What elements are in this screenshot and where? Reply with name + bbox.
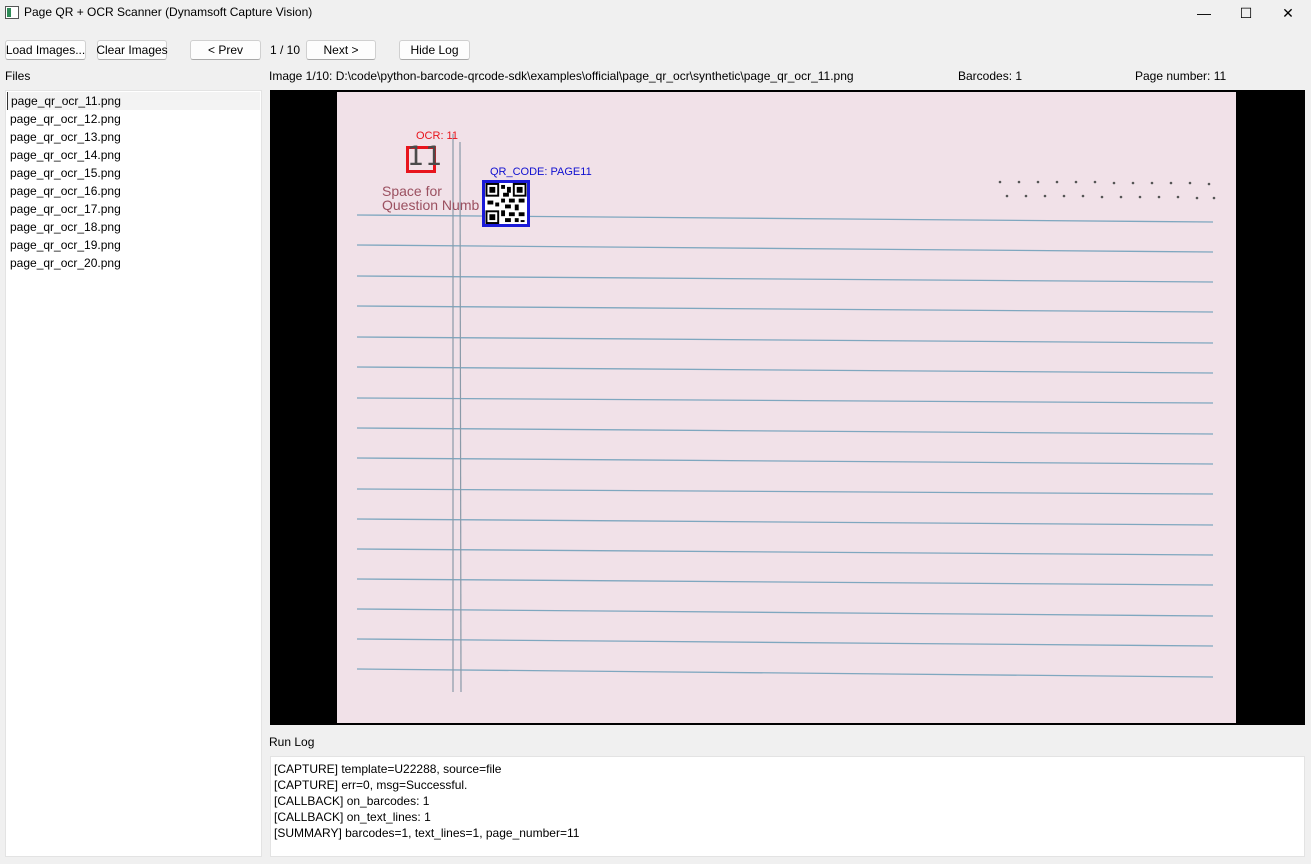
barcodes-count: Barcodes: 1 [958,69,1023,83]
hide-log-button[interactable]: Hide Log [399,40,470,60]
file-list[interactable]: page_qr_ocr_11.png page_qr_ocr_12.png page… [5,90,262,857]
space-for-question-text: Space for Question Numb [382,184,479,212]
qr-code-box [482,180,530,227]
title-bar: Page QR + OCR Scanner (Dynamsoft Capture… [0,0,1311,26]
app-icon [5,6,19,19]
page-number-label: Page number: 11 [1135,69,1227,83]
close-button[interactable]: ✕ [1265,0,1311,26]
file-list-item[interactable]: page_qr_ocr_18.png [7,218,260,236]
page-counter: 1 / 10 [270,43,301,57]
run-log-textarea[interactable]: [CAPTURE] template=U22288, source=file [C… [270,756,1305,857]
ocr-number-text: 11 [407,141,444,172]
next-button[interactable]: Next > [306,40,376,60]
qr-result-label: QR_CODE: PAGE11 [490,166,592,178]
space-line-2: Question Numb [382,197,480,213]
log-line: [CALLBACK] on_barcodes: 1 [274,794,430,808]
image-viewer: OCR: 11 11 Space for Question Numb QR_CO… [270,90,1305,725]
file-list-item[interactable]: page_qr_ocr_17.png [7,200,260,218]
file-list-item[interactable]: page_qr_ocr_13.png [7,128,260,146]
log-line: [CAPTURE] template=U22288, source=file [274,762,502,776]
clear-images-button[interactable]: Clear Images [96,40,168,60]
file-list-item[interactable]: page_qr_ocr_12.png [7,110,260,128]
file-list-item[interactable]: page_qr_ocr_14.png [7,146,260,164]
image-path-label: Image 1/10: D:\code\python-barcode-qrcod… [269,69,854,83]
run-log-title: Run Log [269,735,315,749]
file-list-item[interactable]: page_qr_ocr_19.png [7,236,260,254]
file-list-item[interactable]: page_qr_ocr_20.png [7,254,260,272]
page-image: OCR: 11 11 Space for Question Numb QR_CO… [337,92,1236,723]
log-line: [CAPTURE] err=0, msg=Successful. [274,778,468,792]
file-list-item[interactable]: page_qr_ocr_11.png [7,92,260,110]
qr-code-icon [485,183,527,224]
maximize-button[interactable]: ☐ [1223,0,1269,26]
prev-button[interactable]: < Prev [190,40,261,60]
log-line: [SUMMARY] barcodes=1, text_lines=1, page… [274,826,580,840]
file-list-item[interactable]: page_qr_ocr_15.png [7,164,260,182]
file-list-item[interactable]: page_qr_ocr_16.png [7,182,260,200]
log-line: [CALLBACK] on_text_lines: 1 [274,810,431,824]
load-images-button[interactable]: Load Images... [5,40,86,60]
window-title: Page QR + OCR Scanner (Dynamsoft Capture… [24,5,313,19]
files-title: Files [5,69,31,83]
space-line-1: Space for [382,183,442,199]
minimize-button[interactable]: — [1181,0,1227,26]
